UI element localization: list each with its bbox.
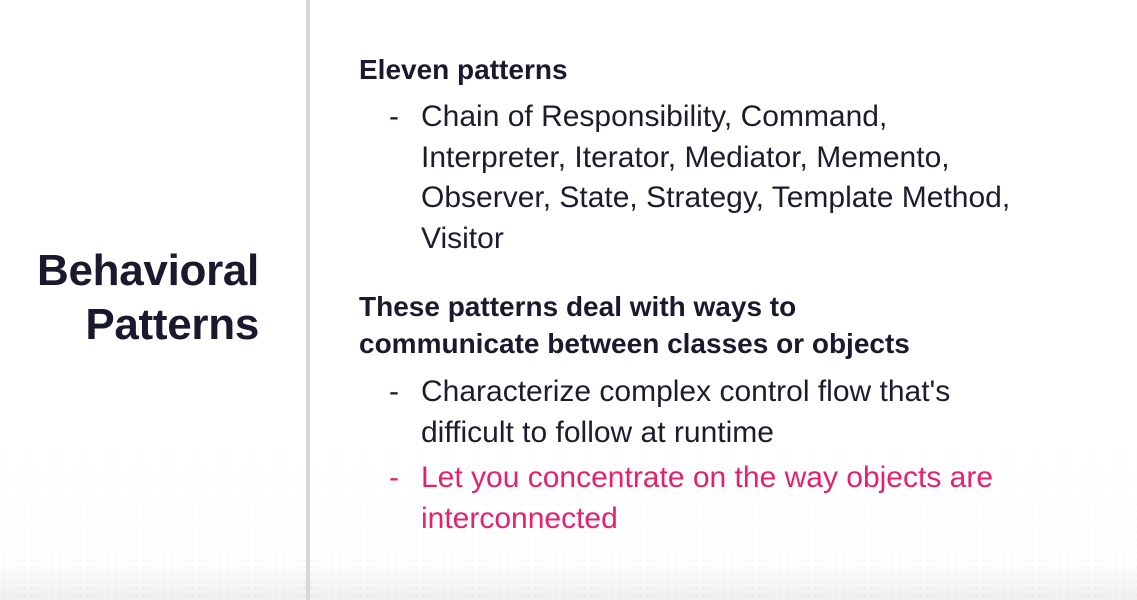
heading-line: These patterns deal with ways to [359,291,797,322]
bullet-dash: - [389,100,399,133]
bullet-line: Chain of Responsibility, Command, [421,100,888,133]
bottom-shadow [0,560,1137,600]
section-title-line: Behavioral [37,246,259,295]
bullet-item-pattern-names: - Chain of Responsibility, Command, Inte… [359,97,1119,259]
bullet-line: Interpreter, Iterator, Mediator, Memento… [421,140,950,174]
section-title-line: Patterns [85,300,259,349]
bullet-line: Visitor [421,221,504,255]
bullet-line: Characterize complex control flow that's [421,375,951,408]
bullet-line: interconnected [421,501,618,535]
vertical-divider [306,0,310,600]
block-heading: Eleven patterns [359,51,1119,88]
bullet-line: Let you concentrate on the way objects a… [421,461,994,494]
content-block-communication: These patterns deal with ways to communi… [359,288,1119,539]
bullet-text: Characterize complex control flow that's… [421,372,1119,453]
block-heading: These patterns deal with ways to communi… [359,288,1119,362]
bullet-line: difficult to follow at runtime [421,415,774,449]
heading-line: Eleven patterns [359,54,568,85]
bullet-list: - Characterize complex control flow that… [359,372,1119,539]
section-title: Behavioral Patterns [37,244,259,352]
bullet-line: Observer, State, Strategy, Template Meth… [421,181,1011,214]
bullet-item-interconnected-highlight: - Let you concentrate on the way objects… [359,458,1119,539]
bullet-list: - Chain of Responsibility, Command, Inte… [359,97,1119,259]
bullet-item-control-flow: - Characterize complex control flow that… [359,372,1119,453]
bullet-text: Chain of Responsibility, Command, Interp… [421,97,1119,259]
content-block-eleven-patterns: Eleven patterns - Chain of Responsibilit… [359,51,1119,259]
bullet-dash: - [389,375,399,408]
bullet-dash: - [389,461,399,494]
bullet-text: Let you concentrate on the way objects a… [421,458,1119,539]
heading-line: communicate between classes or objects [359,328,910,359]
slide: Behavioral Patterns Eleven patterns - Ch… [0,0,1137,600]
slide-content: Eleven patterns - Chain of Responsibilit… [359,51,1119,539]
